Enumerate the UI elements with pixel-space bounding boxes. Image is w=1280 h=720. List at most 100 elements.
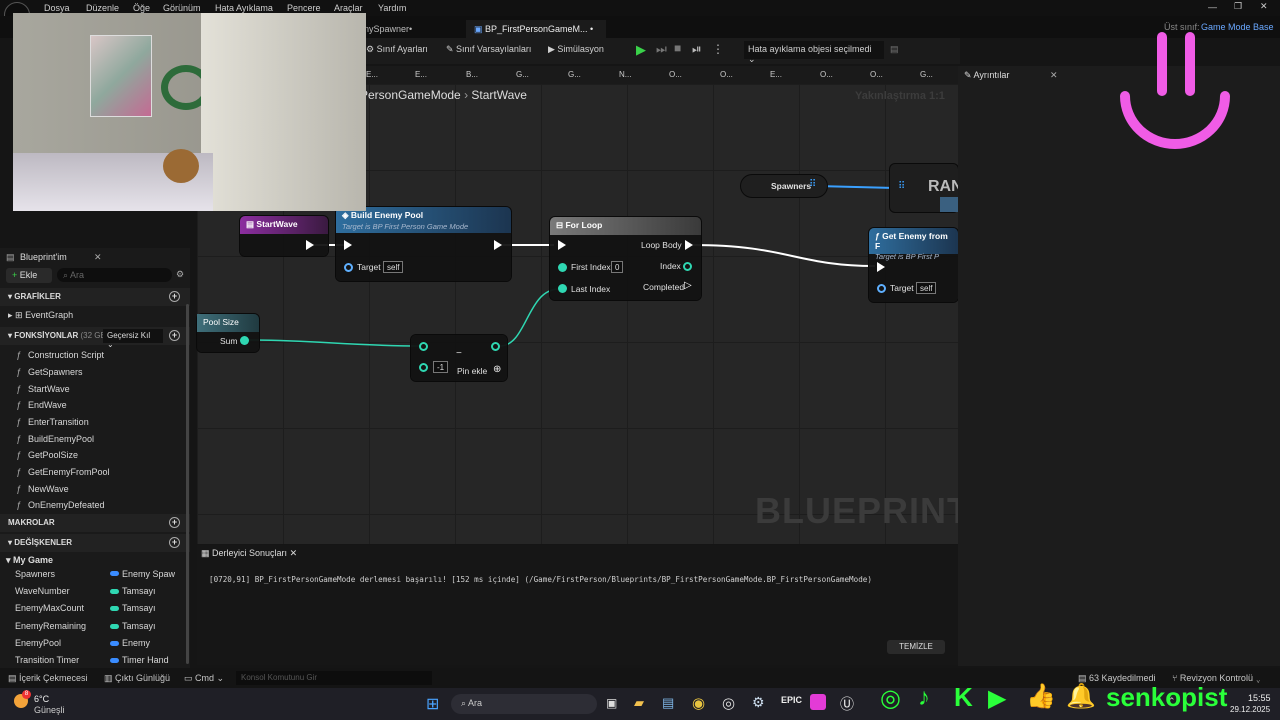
stop-icon[interactable]: ■ bbox=[674, 41, 681, 55]
menu-window[interactable]: Pencere bbox=[287, 3, 321, 13]
variable-type[interactable]: Tamsayı bbox=[122, 586, 156, 596]
random-node[interactable]: ⠿ RAN bbox=[890, 164, 963, 212]
array-in-pin-icon[interactable]: ⠿ bbox=[898, 181, 905, 192]
fn-tab-6[interactable]: N... bbox=[619, 70, 631, 79]
menu-asset[interactable]: Öğe bbox=[133, 3, 150, 13]
variable-item[interactable]: EnemyMaxCount bbox=[15, 603, 84, 613]
windows-start-icon[interactable]: ⊞ bbox=[426, 694, 439, 714]
variable-type[interactable]: Tamsayı bbox=[122, 603, 156, 613]
details-tab[interactable]: ✎ Ayrıntılar bbox=[964, 70, 1009, 81]
cmd-dropdown[interactable]: ▭ Cmd ⌄ bbox=[184, 673, 224, 684]
step-icon[interactable]: ⏭ bbox=[656, 42, 667, 57]
spawners-getter-node[interactable]: Spawners ⠿ bbox=[741, 175, 827, 197]
loop-body-pin[interactable] bbox=[685, 240, 693, 250]
fn-tab-3[interactable]: B... bbox=[466, 70, 478, 79]
add-pin-icon[interactable]: ⊕ bbox=[493, 364, 501, 375]
clock-date[interactable]: 29.12.2025 bbox=[1230, 705, 1270, 714]
last-index-pin[interactable] bbox=[558, 284, 567, 293]
class-settings-button[interactable]: ⚙ Sınıf Ayarları bbox=[366, 44, 428, 55]
target-pin[interactable] bbox=[344, 263, 353, 272]
startwave-node[interactable]: ▤ StartWave bbox=[240, 216, 328, 256]
subtract-result-pin[interactable] bbox=[491, 342, 500, 351]
menu-file[interactable]: Dosya bbox=[44, 3, 70, 13]
subtract-node[interactable]: − -1 Pin ekle ⊕ bbox=[411, 335, 507, 381]
menu-help[interactable]: Yardım bbox=[378, 3, 406, 13]
target-pin[interactable] bbox=[877, 284, 886, 293]
fn-tab-2[interactable]: E... bbox=[415, 70, 427, 79]
subtract-value-field[interactable]: -1 bbox=[433, 361, 449, 373]
task-view-icon[interactable]: ▣ bbox=[606, 696, 617, 710]
obs-icon[interactable]: ◎ bbox=[722, 694, 735, 712]
fn-tab-5[interactable]: G... bbox=[568, 70, 581, 79]
variable-item[interactable]: WaveNumber bbox=[15, 586, 70, 596]
search-input[interactable]: ⌕ Ara bbox=[57, 268, 172, 282]
clock-time[interactable]: 15:55 bbox=[1248, 693, 1271, 703]
variable-item[interactable]: EnemyPool bbox=[15, 638, 61, 648]
more-options-icon[interactable]: ⋮ bbox=[712, 42, 724, 56]
minimize-icon[interactable]: — bbox=[1208, 2, 1217, 12]
variable-item[interactable]: EnemyRemaining bbox=[15, 621, 86, 631]
first-index-field[interactable]: 0 bbox=[611, 261, 624, 273]
output-log-button[interactable]: ▥ Çıktı Günlüğü bbox=[104, 673, 170, 684]
function-item[interactable]: NewWave bbox=[28, 484, 69, 494]
menu-view[interactable]: Görünüm bbox=[163, 3, 201, 13]
simulation-button[interactable]: ▶ Simülasyon bbox=[548, 44, 604, 55]
fn-tab-7[interactable]: O... bbox=[669, 70, 682, 79]
debug-object-select[interactable]: Hata ayıklama objesi seçilmedi ⌄ bbox=[744, 41, 884, 64]
first-index-pin[interactable] bbox=[558, 263, 567, 272]
fn-tab-12[interactable]: G... bbox=[920, 70, 933, 79]
file-explorer-icon[interactable]: ▰ bbox=[634, 695, 644, 711]
debug-filter-icon[interactable]: ▤ bbox=[890, 44, 899, 55]
exec-in-pin[interactable] bbox=[877, 262, 885, 272]
array-pin-icon[interactable]: ⠿ bbox=[809, 179, 816, 190]
chrome-icon[interactable]: ◉ bbox=[692, 694, 705, 712]
function-item[interactable]: OnEnemyDefeated bbox=[28, 500, 105, 510]
add-pin-label[interactable]: Pin ekle bbox=[457, 366, 487, 376]
panel-scrollbar[interactable] bbox=[186, 304, 189, 664]
override-dropdown[interactable]: Geçersiz Kıl ⌄ bbox=[103, 329, 163, 349]
fn-tab-8[interactable]: O... bbox=[720, 70, 733, 79]
for-loop-node[interactable]: ⊟ For Loop Loop Body First Index 0 Index… bbox=[550, 217, 701, 300]
variable-item[interactable]: Spawners bbox=[15, 569, 55, 579]
clear-button[interactable]: TEMİZLE bbox=[887, 640, 945, 654]
subtract-b-pin[interactable] bbox=[419, 363, 428, 372]
event-graph-item[interactable]: ▸ ⊞ EventGraph bbox=[8, 310, 73, 321]
function-item[interactable]: StartWave bbox=[28, 384, 70, 394]
function-item[interactable]: Construction Script bbox=[28, 350, 104, 360]
exec-out-pin[interactable] bbox=[494, 240, 502, 250]
close-details-icon[interactable]: ✕ bbox=[1050, 70, 1058, 81]
variable-type[interactable]: Timer Hand bbox=[122, 655, 169, 665]
taskbar-search[interactable]: ⌕ Ara bbox=[451, 694, 597, 714]
tab-first-person-game-mode[interactable]: ▣ BP_FirstPersonGameM... • bbox=[466, 20, 606, 38]
epic-games-icon[interactable]: EPIC bbox=[781, 695, 802, 705]
menu-debug[interactable]: Hata Ayıklama bbox=[215, 3, 273, 13]
class-defaults-button[interactable]: ✎ Sınıf Varsayılanları bbox=[446, 44, 531, 55]
variable-type[interactable]: Tamsayı bbox=[122, 621, 156, 631]
eject-icon[interactable]: ⏯ bbox=[692, 42, 702, 57]
add-macro-icon[interactable]: + bbox=[169, 517, 180, 528]
maximize-icon[interactable]: ❐ bbox=[1234, 1, 1242, 12]
close-panel-icon[interactable]: ✕ bbox=[94, 252, 102, 263]
fn-tab-1[interactable]: E... bbox=[366, 70, 378, 79]
sum-pin[interactable] bbox=[240, 336, 249, 345]
compiler-results-tab[interactable]: ▦ Derleyici Sonuçları ✕ bbox=[201, 548, 297, 559]
fn-tab-10[interactable]: O... bbox=[820, 70, 833, 79]
files-icon[interactable]: ▤ bbox=[662, 695, 674, 711]
target-self-field[interactable]: self bbox=[916, 282, 937, 294]
exec-in-pin[interactable] bbox=[344, 240, 352, 250]
function-item[interactable]: GetSpawners bbox=[28, 367, 83, 377]
play-icon[interactable]: ▶ bbox=[636, 42, 646, 58]
menu-edit[interactable]: Düzenle bbox=[86, 3, 119, 13]
completed-pin-icon[interactable]: ▷ bbox=[684, 280, 692, 291]
function-item[interactable]: EndWave bbox=[28, 400, 67, 410]
variable-type[interactable]: Enemy bbox=[122, 638, 150, 648]
get-enemy-from-pool-node[interactable]: ƒ Get Enemy from F Target is BP First P T… bbox=[869, 228, 958, 302]
variable-type[interactable]: Enemy Spaw bbox=[122, 569, 175, 579]
my-game-category[interactable]: ▾ My Game bbox=[6, 555, 53, 566]
exec-in-pin[interactable] bbox=[558, 240, 566, 250]
content-drawer-button[interactable]: ▤ İçerik Çekmecesi bbox=[8, 673, 88, 684]
variables-section-header[interactable]: ▾ DEĞİŞKENLER + bbox=[0, 534, 190, 552]
fn-tab-4[interactable]: G... bbox=[516, 70, 529, 79]
index-pin[interactable] bbox=[683, 262, 692, 271]
menu-tools[interactable]: Araçlar bbox=[334, 3, 363, 13]
